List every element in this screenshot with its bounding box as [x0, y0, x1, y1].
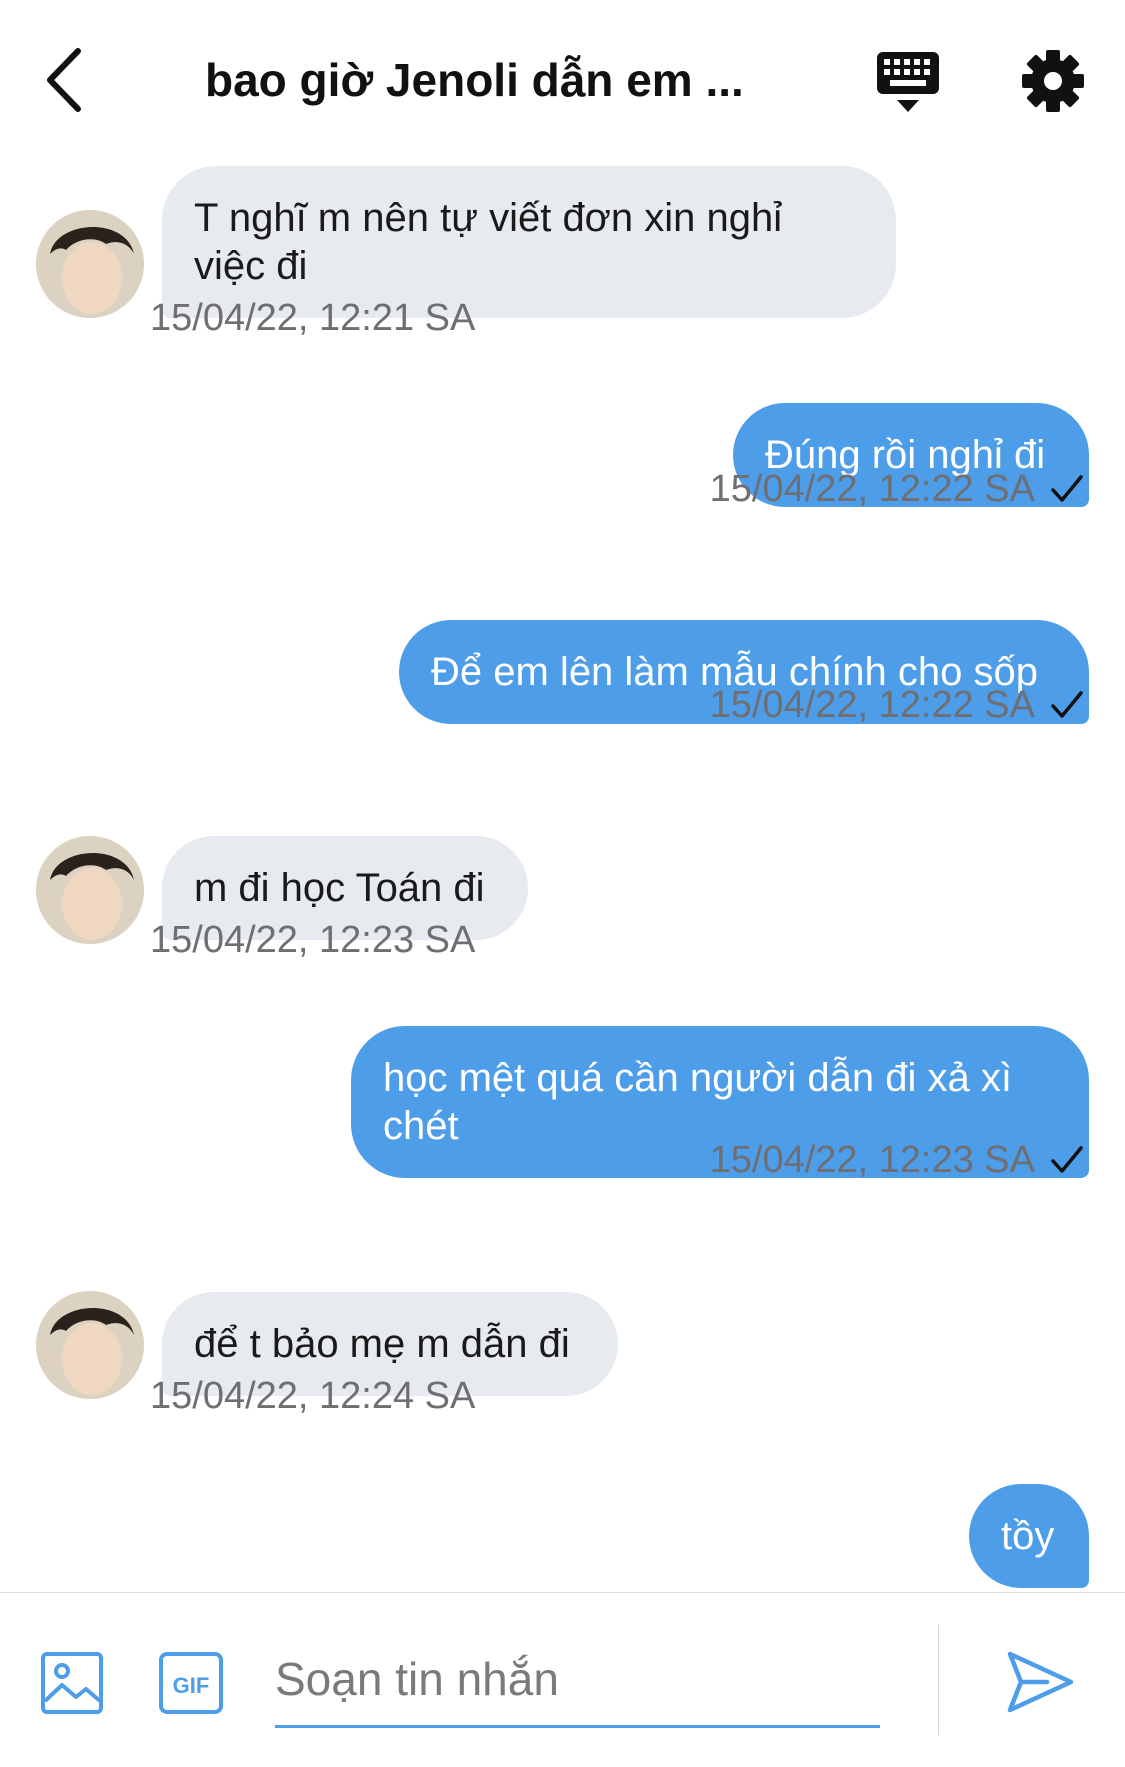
image-icon [41, 1652, 103, 1714]
message-bubble-outgoing[interactable]: tồy [969, 1484, 1089, 1588]
keyboard-button[interactable] [875, 50, 941, 116]
message-timestamp: 15/04/22, 12:21 SA [150, 297, 476, 339]
message-timestamp-row: 15/04/22, 12:22 SA [710, 681, 1085, 729]
gif-label: GIF [173, 1673, 210, 1698]
settings-button[interactable] [1020, 48, 1086, 114]
sent-check-icon [1051, 1146, 1083, 1173]
attach-image-button[interactable] [40, 1651, 104, 1715]
back-button[interactable] [40, 45, 90, 115]
message-composer: GIF [0, 1592, 1125, 1767]
chevron-left-icon [47, 48, 81, 112]
message-timestamp: 15/04/22, 12:23 SA [150, 919, 476, 961]
sent-check-icon [1051, 691, 1083, 718]
message-timestamp: 15/04/22, 12:23 SA [709, 1139, 1035, 1181]
gif-button[interactable]: GIF [158, 1651, 224, 1715]
message-timestamp: 15/04/22, 12:22 SA [709, 684, 1035, 726]
composer-divider [938, 1625, 939, 1735]
chat-header: bao giờ Jenoli dẫn em ... [0, 0, 1125, 160]
message-timestamp-row: 15/04/22, 12:23 SA [710, 1136, 1085, 1184]
sent-check-icon [1051, 475, 1083, 502]
send-button[interactable] [1005, 1649, 1075, 1715]
message-timestamp: 15/04/22, 12:24 SA [150, 1375, 476, 1417]
gear-icon [1022, 50, 1084, 112]
message-list[interactable]: T nghĩ m nên tự viết đơn xin nghỉ việc đ… [0, 160, 1125, 1592]
send-icon [1007, 1651, 1074, 1713]
avatar[interactable] [36, 1291, 144, 1399]
message-input[interactable] [275, 1633, 880, 1728]
avatar[interactable] [36, 836, 144, 944]
keyboard-icon [877, 52, 939, 112]
gif-icon: GIF [159, 1652, 223, 1714]
avatar[interactable] [36, 210, 144, 318]
message-timestamp-row: 15/04/22, 12:22 SA [710, 465, 1085, 513]
message-timestamp: 15/04/22, 12:22 SA [709, 468, 1035, 510]
chat-title: bao giờ Jenoli dẫn em ... [205, 54, 744, 106]
